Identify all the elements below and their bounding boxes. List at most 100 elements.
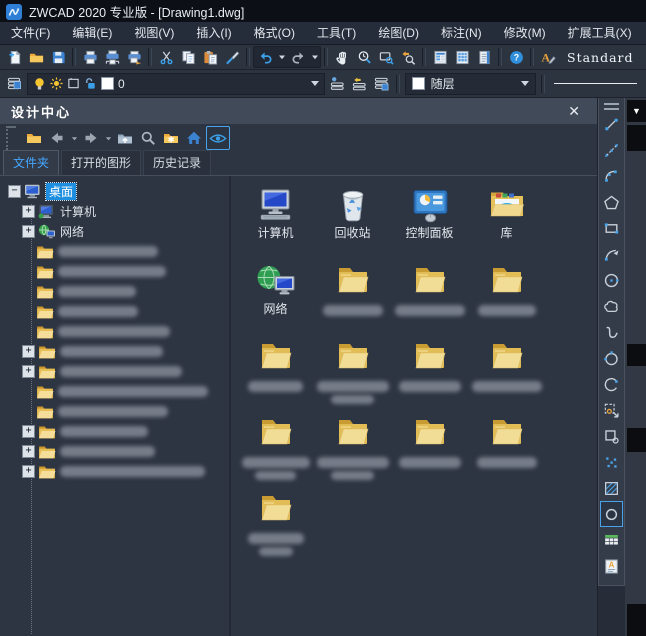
zoom-realtime-button[interactable] (353, 47, 375, 67)
rectangle-tool[interactable] (601, 215, 622, 241)
publish-button[interactable] (123, 47, 145, 67)
menu-item-8[interactable]: 修改(M) (493, 22, 557, 44)
tool-palette-button[interactable] (451, 47, 473, 67)
tree-item-3[interactable] (0, 241, 229, 261)
expand-box[interactable]: + (22, 445, 35, 458)
expand-box[interactable]: + (22, 225, 35, 238)
menu-item-9[interactable]: 扩展工具(X) (557, 22, 643, 44)
donut-tool[interactable] (600, 501, 623, 527)
undo-button[interactable] (254, 47, 276, 67)
menu-item-1[interactable]: 编辑(E) (61, 22, 123, 44)
tree-item-12[interactable]: + (0, 421, 229, 441)
load-button[interactable] (23, 127, 45, 149)
toolbar-grab-handle[interactable] (604, 103, 619, 105)
menu-item-3[interactable]: 插入(I) (185, 22, 242, 44)
content-item-6[interactable] (391, 262, 468, 330)
construction-line-tool[interactable] (601, 137, 622, 163)
content-item-5[interactable] (314, 262, 391, 330)
content-item-10[interactable] (391, 338, 468, 406)
tree-item-14[interactable]: + (0, 461, 229, 481)
collapse-box[interactable]: − (8, 185, 21, 198)
content-item-12[interactable] (237, 414, 314, 482)
tree-item-桌面[interactable]: −桌面 (0, 181, 229, 201)
layer-manager-button[interactable] (3, 74, 25, 94)
plot-button[interactable] (79, 47, 101, 67)
paste-button[interactable] (199, 47, 221, 67)
new-file-button[interactable] (3, 47, 25, 67)
expand-box[interactable]: + (22, 365, 35, 378)
text-style-manager-button[interactable]: A (537, 47, 559, 67)
content-item-回收站[interactable]: 回收站 (314, 186, 391, 254)
expand-box[interactable]: + (22, 425, 35, 438)
home-button[interactable] (183, 127, 205, 149)
layer-translate-button[interactable] (371, 74, 393, 94)
search-button[interactable] (137, 127, 159, 149)
layer-states-button[interactable] (349, 74, 371, 94)
hatch-tool[interactable] (601, 475, 622, 501)
tree-item-9[interactable]: + (0, 361, 229, 381)
polyline-tool[interactable] (601, 241, 622, 267)
undo-dropdown[interactable] (276, 47, 287, 67)
expand-box[interactable]: + (22, 205, 35, 218)
close-icon[interactable]: ✕ (564, 104, 586, 118)
tab-2[interactable]: 历史记录 (143, 150, 211, 175)
redo-dropdown[interactable] (309, 47, 320, 67)
tree-item-4[interactable] (0, 261, 229, 281)
linetype-dropdown[interactable] (550, 74, 641, 94)
text-style-dropdown[interactable]: Standard (562, 50, 639, 65)
layer-previous-button[interactable] (327, 74, 349, 94)
cut-button[interactable] (155, 47, 177, 67)
expand-box[interactable]: + (22, 345, 35, 358)
arc-tool[interactable] (601, 163, 622, 189)
point-tool[interactable] (601, 449, 622, 475)
zoom-previous-button[interactable] (397, 47, 419, 67)
properties-palette-button[interactable] (429, 47, 451, 67)
up-button[interactable] (114, 127, 136, 149)
menu-item-5[interactable]: 工具(T) (306, 22, 367, 44)
redo-button[interactable] (287, 47, 309, 67)
help-button[interactable]: ? (505, 47, 527, 67)
plot-preview-button[interactable] (101, 47, 123, 67)
back-button[interactable] (46, 127, 68, 149)
content-item-9[interactable] (314, 338, 391, 406)
content-item-15[interactable] (468, 414, 545, 482)
create-block-tool[interactable] (601, 423, 622, 449)
content-item-14[interactable] (391, 414, 468, 482)
menu-item-4[interactable]: 格式(O) (243, 22, 306, 44)
content-item-网络[interactable]: 网络 (237, 262, 314, 330)
content-item-控制面板[interactable]: 控制面板 (391, 186, 468, 254)
forward-history-dropdown[interactable] (103, 127, 113, 149)
copy-button[interactable] (177, 47, 199, 67)
zoom-window-button[interactable] (375, 47, 397, 67)
tree-item-13[interactable]: + (0, 441, 229, 461)
content-item-8[interactable] (237, 338, 314, 406)
content-item-13[interactable] (314, 414, 391, 482)
tree-item-11[interactable] (0, 401, 229, 421)
menu-item-2[interactable]: 视图(V) (123, 22, 185, 44)
revision-cloud-tool[interactable] (601, 293, 622, 319)
content-item-11[interactable] (468, 338, 545, 406)
tree-item-10[interactable] (0, 381, 229, 401)
line-tool[interactable] (601, 111, 622, 137)
menu-item-0[interactable]: 文件(F) (0, 22, 61, 44)
content-item-7[interactable] (468, 262, 545, 330)
ellipse-tool[interactable] (601, 345, 622, 371)
favorites-button[interactable]: ✱ (160, 127, 182, 149)
content-item-计算机[interactable]: 计算机 (237, 186, 314, 254)
tab-1[interactable]: 打开的图形 (61, 150, 141, 175)
preview-toggle[interactable] (206, 126, 230, 150)
table-tool[interactable] (601, 527, 622, 553)
tree-item-7[interactable] (0, 321, 229, 341)
content-item-库[interactable]: 库 (468, 186, 545, 254)
pan-button[interactable] (331, 47, 353, 67)
content-item-16[interactable] (237, 490, 314, 558)
circle-tool[interactable] (601, 267, 622, 293)
layer-dropdown[interactable]: 0 (27, 73, 325, 95)
design-center-titlebar[interactable]: 设计中心 ✕ (0, 98, 597, 124)
polygon-tool[interactable] (601, 189, 622, 215)
menu-item-6[interactable]: 绘图(D) (367, 22, 430, 44)
expand-box[interactable]: + (22, 465, 35, 478)
color-dropdown[interactable]: 随层 (405, 73, 536, 95)
panel-grip[interactable] (6, 126, 16, 150)
menu-item-7[interactable]: 标注(N) (430, 22, 493, 44)
